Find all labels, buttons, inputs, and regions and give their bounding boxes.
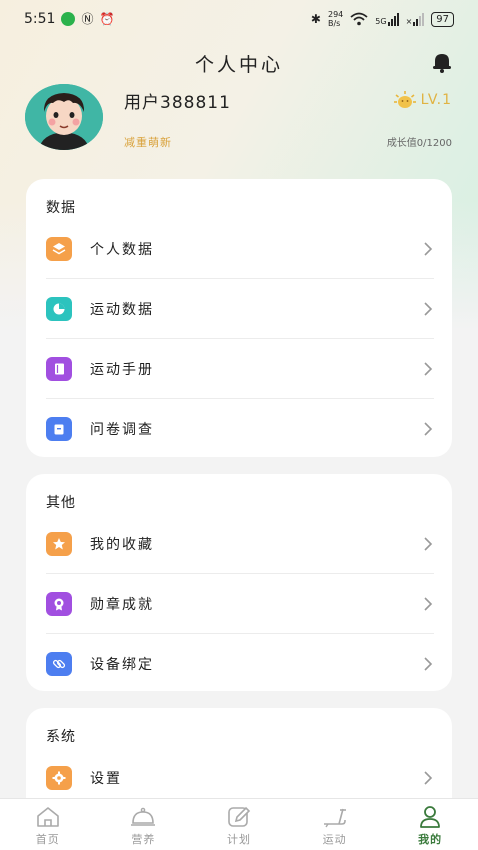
menu-item-label: 设备绑定 [90, 657, 154, 673]
edit-icon [228, 806, 251, 827]
chevron-right-icon [424, 596, 433, 611]
tab-home[interactable]: 首页 [0, 799, 96, 850]
section-title-system: 系统 [46, 729, 76, 745]
clipboard-icon [46, 417, 72, 441]
menu-item-label: 勋章成就 [90, 596, 154, 613]
alarm-icon: ⏰ [99, 12, 115, 26]
avatar[interactable] [25, 84, 103, 150]
chevron-right-icon [424, 241, 433, 256]
home-icon [36, 807, 59, 827]
tab-nutrition[interactable]: 营养 [96, 799, 192, 850]
chevron-right-icon [424, 771, 433, 785]
chevron-right-icon [424, 536, 433, 551]
tab-label: 首页 [35, 833, 60, 846]
signal-icon: × [406, 12, 425, 26]
star-icon [46, 531, 72, 556]
chevron-right-icon [424, 301, 433, 316]
menu-item-questionnaire[interactable]: 问卷调查 [46, 399, 434, 459]
tab-label: 我的 [418, 833, 443, 846]
nfc-icon: Ⓝ [81, 12, 94, 26]
gear-icon [46, 766, 72, 790]
chevron-right-icon [424, 361, 433, 376]
level-badge[interactable]: LV.1 [393, 90, 452, 110]
menu-item-label: 个人数据 [90, 241, 154, 258]
menu-item-label: 运动数据 [90, 301, 154, 318]
chevron-right-icon [424, 657, 433, 671]
notebook-icon [46, 356, 72, 381]
treadmill-icon [323, 808, 346, 828]
user-tagline: 减重萌新 [124, 136, 172, 149]
bell-icon[interactable] [430, 50, 454, 74]
menu-item-label: 设置 [90, 771, 122, 787]
tab-label: 运动 [322, 833, 347, 846]
menu-item-personal-data[interactable]: 个人数据 [46, 219, 434, 279]
wifi-icon [350, 12, 368, 26]
username: 用户388811 [124, 93, 231, 113]
menu-item-label: 问卷调查 [90, 422, 154, 438]
layers-icon [46, 236, 72, 261]
tab-plan[interactable]: 计划 [191, 799, 287, 850]
cloche-icon [131, 807, 156, 826]
menu-item-achievements[interactable]: 勋章成就 [46, 574, 434, 634]
medal-icon [46, 591, 72, 616]
status-time: 5:51 [24, 11, 56, 27]
net-speed-value: 294 [327, 10, 344, 19]
menu-item-favorites[interactable]: 我的收藏 [46, 514, 434, 574]
battery-indicator: 97 [431, 11, 454, 27]
other-section-card: 其他 我的收藏 勋章成就 设备绑定 [26, 474, 452, 691]
person-icon [420, 806, 441, 828]
tab-label: 计划 [226, 833, 251, 846]
page-title: 个人中心 [194, 54, 283, 76]
menu-item-label: 运动手册 [90, 361, 154, 378]
status-bar: 5:51 Ⓝ ⏰ ✱ 294 B/s 5G × 97 [0, 0, 478, 38]
level-text: LV.1 [420, 92, 452, 108]
network-type: 5G [375, 16, 387, 26]
bottom-tab-bar: 首页 营养 计划 运动 我的 [0, 798, 478, 850]
bluetooth-icon: ✱ [310, 12, 321, 26]
growth-value: 成长值0/1200 [386, 138, 452, 149]
net-speed-unit: B/s [327, 19, 341, 28]
sun-level-icon [393, 91, 416, 108]
data-section-card: 数据 个人数据 运动数据 运动手册 问卷调查 [26, 179, 452, 457]
net-speed: 294 B/s [328, 10, 343, 28]
pie-chart-icon [46, 296, 72, 321]
tab-mine[interactable]: 我的 [382, 799, 478, 850]
title-bar: 个人中心 [0, 44, 478, 80]
tab-exercise[interactable]: 运动 [287, 799, 383, 850]
chevron-right-icon [424, 422, 433, 436]
section-title-other: 其他 [46, 495, 76, 511]
menu-item-label: 我的收藏 [90, 536, 154, 553]
section-title-data: 数据 [46, 200, 76, 216]
signal-5g-icon: 5G [375, 12, 399, 26]
tab-label: 营养 [131, 833, 156, 846]
menu-item-exercise-handbook[interactable]: 运动手册 [46, 339, 434, 399]
avatar-illustration [25, 84, 103, 150]
menu-item-device-binding[interactable]: 设备绑定 [46, 634, 434, 694]
menu-item-exercise-data[interactable]: 运动数据 [46, 279, 434, 339]
wechat-icon [61, 12, 76, 26]
link-icon [46, 652, 72, 676]
